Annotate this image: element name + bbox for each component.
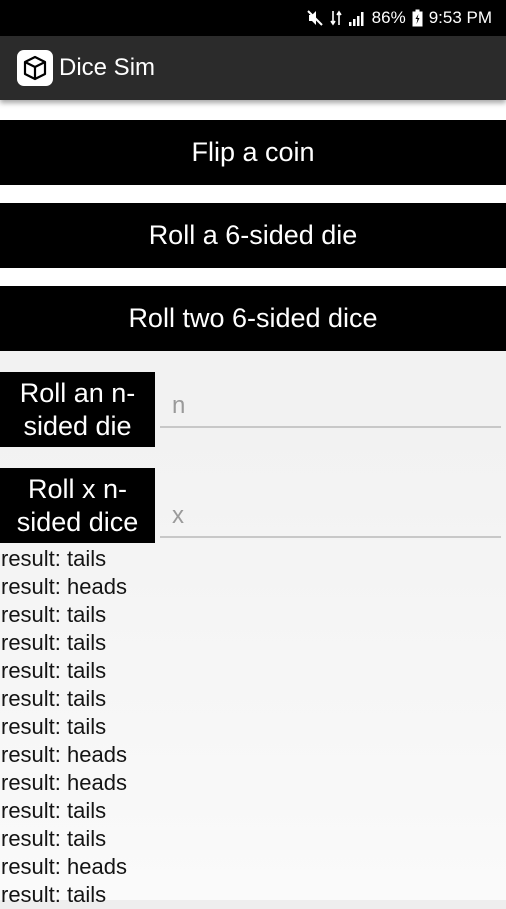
result-item: result: tails [1,882,107,907]
x-field-wrapper [160,488,501,538]
result-item: result: tails [1,602,107,627]
battery-percent: 86% [371,8,406,27]
data-icon [329,8,342,28]
result-item: result: tails [1,686,107,711]
mute-icon [306,8,324,28]
spacer [0,268,506,286]
flip-coin-button[interactable]: Flip a coin [0,120,506,185]
n-field-wrapper [160,378,501,428]
spacer [0,100,506,120]
result-item: result: tails [1,714,107,739]
status-time: 9:53 PM [428,8,492,27]
app-bar: Dice Sim [0,36,506,100]
result-item: result: heads [1,854,127,879]
spacer [0,185,506,203]
x-input[interactable] [160,488,501,536]
signal-icon [348,8,366,28]
roll-x-n-sided-button[interactable]: Roll x n-sided dice [0,468,155,543]
roll-n-sided-button[interactable]: Roll an n-sided die [0,372,155,447]
results-list: result: tails result: heads result: tail… [1,545,501,909]
roll-2d6-button[interactable]: Roll two 6-sided dice [0,286,506,351]
result-item: result: heads [1,742,127,767]
app-title: Dice Sim [59,54,156,81]
result-item: result: tails [1,798,107,823]
result-item: result: tails [1,826,107,851]
result-item: result: heads [1,770,127,795]
status-bar: 86% 9:53 PM [0,0,506,36]
cube-icon [17,50,53,86]
result-item: result: heads [1,574,127,599]
roll-d6-button[interactable]: Roll a 6-sided die [0,203,506,268]
result-item: result: tails [1,630,107,655]
battery-icon [412,8,423,28]
n-input[interactable] [160,378,501,426]
result-item: result: tails [1,658,107,683]
result-item: result: tails [1,546,107,571]
